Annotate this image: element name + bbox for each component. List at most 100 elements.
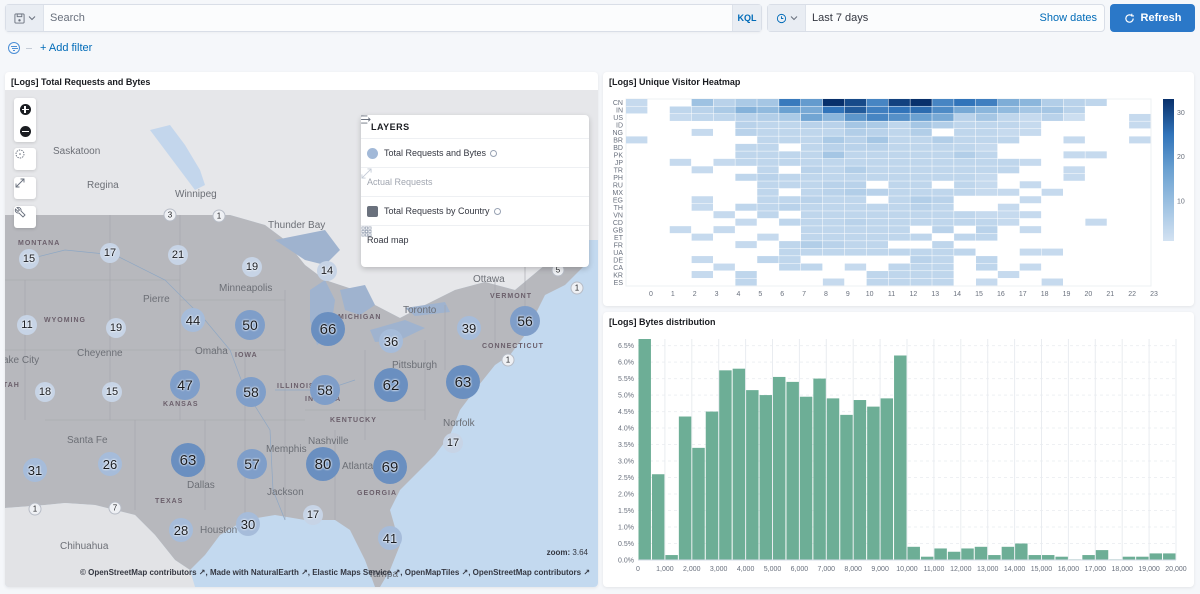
histogram-bar[interactable] <box>988 555 1001 560</box>
heatmap-cell[interactable] <box>1129 121 1151 129</box>
heatmap-cell[interactable] <box>713 113 735 121</box>
heatmap-cell[interactable] <box>932 106 954 114</box>
heatmap-cell[interactable] <box>822 218 845 226</box>
heatmap-cell[interactable] <box>866 241 888 249</box>
heatmap-cell[interactable] <box>866 218 888 226</box>
heatmap-cell[interactable] <box>757 121 779 129</box>
filter-menu-icon[interactable] <box>8 42 20 54</box>
histogram-bar[interactable] <box>867 406 880 560</box>
heatmap-cell[interactable] <box>1019 263 1042 271</box>
heatmap-cell[interactable] <box>757 173 779 181</box>
heatmap-cell[interactable] <box>976 173 998 181</box>
heatmap-cell[interactable] <box>1019 113 1042 121</box>
heatmap-cell[interactable] <box>866 158 888 166</box>
cluster-marker[interactable]: 28 <box>169 518 193 542</box>
heatmap-cell[interactable] <box>801 226 823 234</box>
heatmap-cell[interactable] <box>735 99 757 106</box>
heatmap-cell[interactable] <box>954 188 976 196</box>
heatmap-cell[interactable] <box>932 248 954 256</box>
heatmap-cell[interactable] <box>888 113 910 121</box>
heatmap-cell[interactable] <box>910 271 932 279</box>
heatmap-cell[interactable] <box>691 113 713 121</box>
heatmap-cell[interactable] <box>801 121 823 129</box>
heatmap-cell[interactable] <box>844 158 867 166</box>
cluster-marker[interactable]: 63 <box>446 365 480 399</box>
heatmap-cell[interactable] <box>954 128 976 136</box>
heatmap-cell[interactable] <box>757 166 779 174</box>
heatmap-cell[interactable] <box>888 248 910 256</box>
heatmap-cell[interactable] <box>844 106 867 114</box>
cluster-marker[interactable]: 58 <box>236 377 266 407</box>
heatmap-cell[interactable] <box>910 181 932 189</box>
histogram-bar[interactable] <box>732 368 746 560</box>
heatmap-cell[interactable] <box>997 121 1020 129</box>
histogram-bar[interactable] <box>880 398 894 560</box>
heatmap-cell[interactable] <box>910 158 932 166</box>
heatmap-cell[interactable] <box>932 188 954 196</box>
heatmap-cell[interactable] <box>888 188 910 196</box>
heatmap-cell[interactable] <box>1019 226 1042 234</box>
heatmap-cell[interactable] <box>801 188 823 196</box>
cluster-marker[interactable]: 3 <box>163 208 177 222</box>
heatmap-cell[interactable] <box>976 233 998 241</box>
heatmap-cell[interactable] <box>844 188 867 196</box>
heatmap-cell[interactable] <box>976 263 998 271</box>
heatmap-cell[interactable] <box>1019 211 1042 219</box>
histogram-bar[interactable] <box>1001 546 1015 560</box>
heatmap-cell[interactable] <box>866 188 888 196</box>
heatmap-cell[interactable] <box>757 106 779 114</box>
map-attribution[interactable]: © OpenStreetMap contributors ↗, Made wit… <box>80 568 590 577</box>
heatmap-cell[interactable] <box>801 196 823 204</box>
heatmap-cell[interactable] <box>910 196 932 204</box>
heatmap-cell[interactable] <box>976 143 998 151</box>
heatmap-cell[interactable] <box>888 128 910 136</box>
cluster-marker[interactable]: 39 <box>457 316 481 340</box>
heatmap-cell[interactable] <box>997 203 1020 211</box>
heatmap-cell[interactable] <box>888 278 910 286</box>
heatmap-cell[interactable] <box>713 211 735 219</box>
histogram-bar[interactable] <box>719 370 732 560</box>
heatmap-cell[interactable] <box>669 226 692 234</box>
heatmap-cell[interactable] <box>888 143 910 151</box>
heatmap-cell[interactable] <box>976 136 998 144</box>
heatmap-cell[interactable] <box>910 203 932 211</box>
heatmap-cell[interactable] <box>910 218 932 226</box>
heatmap-cell[interactable] <box>735 106 757 114</box>
cluster-marker[interactable]: 17 <box>443 433 463 453</box>
heatmap-cell[interactable] <box>932 226 954 234</box>
heatmap-cell[interactable] <box>976 211 998 219</box>
heatmap-cell[interactable] <box>1129 113 1151 121</box>
heatmap-cell[interactable] <box>932 241 954 249</box>
heatmap-cell[interactable] <box>713 226 735 234</box>
heatmap-cell[interactable] <box>1129 136 1151 144</box>
heatmap-cell[interactable] <box>779 196 801 204</box>
cluster-marker[interactable]: 15 <box>19 249 39 269</box>
cluster-marker[interactable]: 7 <box>108 501 122 515</box>
tools-button[interactable] <box>14 206 36 228</box>
heatmap-cell[interactable] <box>801 248 823 256</box>
heatmap-cell[interactable] <box>997 166 1020 174</box>
heatmap-cell[interactable] <box>801 211 823 219</box>
heatmap-cell[interactable] <box>910 233 932 241</box>
heatmap-cell[interactable] <box>888 181 910 189</box>
heatmap-cell[interactable] <box>932 166 954 174</box>
heatmap-cell[interactable] <box>801 173 823 181</box>
heatmap-cell[interactable] <box>888 263 910 271</box>
heatmap-cell[interactable] <box>866 166 888 174</box>
heatmap-cell[interactable] <box>888 136 910 144</box>
cluster-marker[interactable]: 36 <box>379 329 403 353</box>
heatmap-cell[interactable] <box>866 99 888 106</box>
heatmap-cell[interactable] <box>910 211 932 219</box>
heatmap-cell[interactable] <box>910 136 932 144</box>
layer-item-actual-requests[interactable]: Actual Requests <box>361 167 589 196</box>
heatmap-cell[interactable] <box>932 121 954 129</box>
heatmap-cell[interactable] <box>844 143 867 151</box>
cluster-marker[interactable]: 1 <box>570 281 584 295</box>
heatmap-cell[interactable] <box>910 166 932 174</box>
heatmap-cell[interactable] <box>822 203 845 211</box>
heatmap-cell[interactable] <box>910 106 932 114</box>
heatmap-cell[interactable] <box>954 218 976 226</box>
heatmap-cell[interactable] <box>866 278 888 286</box>
heatmap-cell[interactable] <box>757 203 779 211</box>
heatmap-cell[interactable] <box>822 241 845 249</box>
